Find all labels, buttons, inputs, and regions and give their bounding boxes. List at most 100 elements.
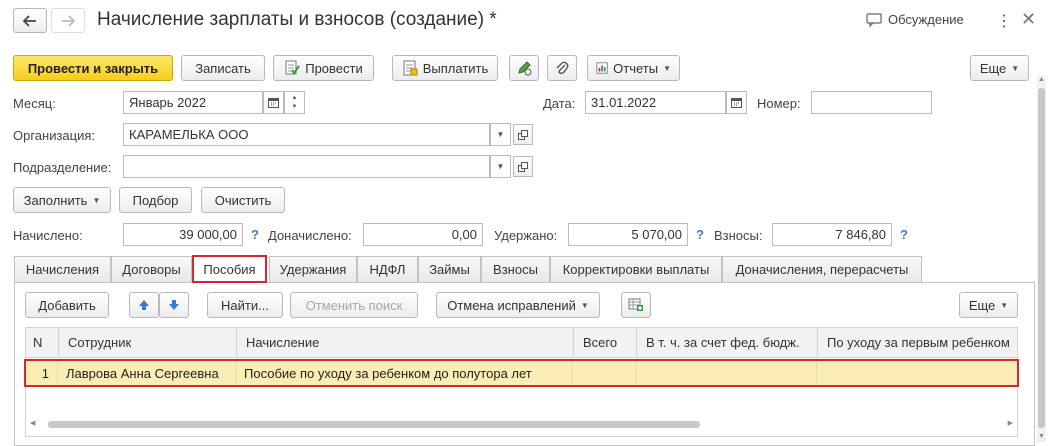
calendar-icon (731, 98, 742, 108)
tab-more-label: Еще (968, 297, 996, 313)
tab-more-button[interactable]: Еще ▼ (959, 292, 1018, 318)
tab-contracts[interactable]: Договоры (111, 256, 192, 282)
reports-dropdown[interactable]: Отчеты ▼ (587, 55, 680, 81)
tab-withholdings[interactable]: Удержания (269, 256, 357, 282)
accrued-help-icon[interactable]: ? (251, 227, 259, 242)
cancel-search-button[interactable]: Отменить поиск (290, 292, 418, 318)
find-button[interactable]: Найти... (207, 292, 283, 318)
chevron-down-icon: ▼ (496, 130, 505, 139)
date-label: Дата: (543, 96, 576, 111)
add-button[interactable]: Добавить (25, 292, 109, 318)
column-header-employee[interactable]: Сотрудник (59, 328, 237, 357)
report-icon (596, 62, 608, 74)
department-dropdown[interactable]: ▼ (490, 155, 511, 178)
row-highlight-frame (24, 359, 1019, 387)
post-and-close-button[interactable]: Провести и закрыть (13, 55, 173, 81)
scrollbar-thumb[interactable] (1038, 88, 1045, 428)
calendar-icon (268, 98, 279, 108)
month-label: Месяц: (13, 96, 56, 111)
column-header-accrual[interactable]: Начисление (237, 328, 574, 357)
move-up-button[interactable] (129, 292, 159, 318)
date-calendar-button[interactable] (726, 91, 747, 114)
table-header: N Сотрудник Начисление Всего В т. ч. за … (25, 327, 1018, 358)
number-label: Номер: (757, 96, 801, 111)
post-button[interactable]: Провести (273, 55, 374, 81)
table-add-icon (628, 298, 643, 311)
stepper-up-icon[interactable]: ▲ (292, 94, 298, 103)
withheld-help-icon[interactable]: ? (696, 227, 704, 242)
tab-ndfl[interactable]: НДФЛ (357, 256, 418, 282)
organization-field[interactable]: КАРАМЕЛЬКА ООО (123, 123, 490, 146)
scroll-left-icon[interactable]: ◀ (30, 419, 35, 427)
scroll-right-icon[interactable]: ▶ (1008, 419, 1013, 427)
tab-payment-adjustments[interactable]: Корректировки выплаты (550, 256, 722, 282)
fill-label: Заполнить (23, 192, 88, 208)
date-field[interactable]: 31.01.2022 (585, 91, 726, 114)
horizontal-scrollbar[interactable]: ◀ ▶ (26, 419, 1017, 429)
more-button[interactable]: Еще ▼ (970, 55, 1029, 81)
chat-icon (866, 12, 882, 27)
select-button[interactable]: Подбор (119, 187, 192, 213)
tab-loans[interactable]: Займы (418, 256, 481, 282)
column-header-first-child[interactable]: По уходу за первым ребенком (818, 328, 1017, 357)
accrued-field: 39 000,00 (123, 223, 243, 246)
fill-dropdown-button[interactable]: Заполнить ▼ (13, 187, 111, 213)
discussion-label: Обсуждение (888, 12, 964, 27)
column-header-federal-budget[interactable]: В т. ч. за счет фед. бюдж. (637, 328, 818, 357)
cancel-corrections-dropdown[interactable]: Отмена исправлений ▼ (436, 292, 600, 318)
write-button[interactable]: Записать (181, 55, 265, 81)
calendar-button[interactable] (263, 91, 284, 114)
paperclip-icon (556, 61, 569, 75)
chevron-down-icon: ▼ (663, 63, 671, 73)
page-title: Начисление зарплаты и взносов (создание)… (97, 9, 497, 30)
open-window-icon (518, 161, 528, 172)
number-field[interactable] (811, 91, 932, 114)
tab-contributions[interactable]: Взносы (481, 256, 550, 282)
arrow-right-icon (62, 14, 75, 27)
month-stepper[interactable]: ▲ ▼ (284, 91, 305, 114)
column-header-total[interactable]: Всего (574, 328, 637, 357)
chevron-down-icon: ▼ (92, 195, 101, 205)
more-label: Еще (979, 60, 1007, 76)
close-icon[interactable]: ✕ (1021, 9, 1036, 30)
additional-label: Доначислено: (268, 228, 352, 243)
organization-open-button[interactable] (513, 124, 533, 145)
department-open-button[interactable] (513, 156, 533, 177)
clear-button[interactable]: Очистить (201, 187, 285, 213)
organization-label: Организация: (13, 128, 96, 143)
contributions-label: Взносы: (714, 228, 763, 243)
pencil-icon (518, 61, 532, 76)
chevron-down-icon: ▼ (1000, 300, 1009, 310)
tab-recalculations[interactable]: Доначисления, перерасчеты (722, 256, 922, 282)
cancel-corrections-label: Отмена исправлений (447, 297, 576, 313)
vertical-scrollbar[interactable]: ▲ ▼ (1037, 76, 1046, 442)
withheld-field: 5 070,00 (568, 223, 688, 246)
chevron-down-icon: ▼ (1011, 63, 1020, 73)
move-down-button[interactable] (159, 292, 189, 318)
back-button[interactable] (13, 8, 47, 33)
horizontal-scrollbar-thumb[interactable] (48, 421, 700, 428)
attach-button[interactable] (547, 55, 577, 81)
department-field[interactable] (123, 155, 490, 178)
withheld-label: Удержано: (494, 228, 558, 243)
pay-document-icon (403, 60, 418, 76)
tab-benefits[interactable]: Пособия (192, 255, 267, 283)
pay-button[interactable]: Выплатить (392, 55, 498, 81)
forward-button[interactable] (51, 8, 85, 33)
open-window-icon (518, 129, 528, 140)
department-label: Подразделение: (13, 160, 112, 175)
additional-field: 0,00 (363, 223, 483, 246)
discussion-button[interactable]: Обсуждение (866, 12, 964, 27)
table-settings-button[interactable] (621, 292, 651, 318)
contributions-field: 7 846,80 (772, 223, 892, 246)
edit-button[interactable] (509, 55, 539, 81)
organization-dropdown[interactable]: ▼ (490, 123, 511, 146)
scroll-down-icon[interactable]: ▼ (1037, 433, 1046, 442)
month-field[interactable]: Январь 2022 (123, 91, 263, 114)
scroll-up-icon[interactable]: ▲ (1037, 76, 1046, 85)
column-header-n[interactable]: N (26, 328, 59, 357)
more-vertical-icon[interactable]: ⋮ (996, 11, 1012, 31)
contributions-help-icon[interactable]: ? (900, 227, 908, 242)
tab-accruals[interactable]: Начисления (14, 256, 111, 282)
stepper-down-icon[interactable]: ▼ (292, 103, 298, 112)
